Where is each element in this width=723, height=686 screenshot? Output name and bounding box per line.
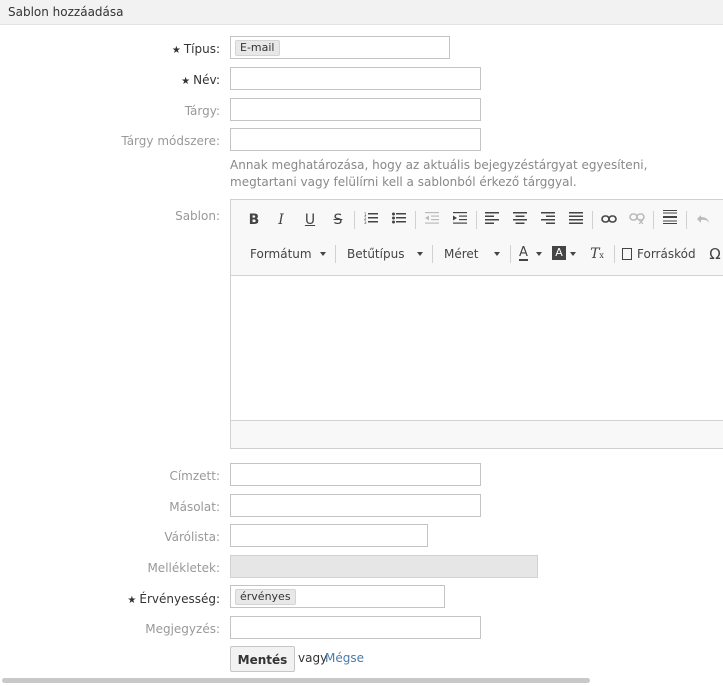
required-star-icon: ★	[171, 45, 181, 56]
underline-icon[interactable]: U	[299, 209, 321, 231]
special-char-icon[interactable]: Ω	[704, 243, 723, 265]
strikethrough-icon[interactable]: S	[327, 209, 349, 231]
validity-value-tag: érvényes	[235, 589, 296, 605]
horizontal-rule-icon[interactable]	[659, 209, 681, 231]
align-left-icon[interactable]	[481, 209, 503, 231]
chevron-down-icon	[494, 252, 500, 256]
format-dropdown-label: Formátum	[250, 247, 312, 261]
toolbar-separator	[653, 211, 654, 229]
toolbar-separator	[476, 211, 477, 229]
required-star-icon: ★	[127, 595, 137, 606]
page-header: Sablon hozzáadása	[0, 0, 723, 25]
font-dropdown[interactable]: Betűtípus	[347, 244, 427, 264]
italic-icon[interactable]: I	[270, 209, 292, 231]
font-dropdown-label: Betűtípus	[347, 247, 405, 261]
horizontal-scrollbar[interactable]	[2, 678, 590, 683]
format-dropdown[interactable]: Formátum	[250, 244, 330, 264]
toolbar-separator	[335, 245, 336, 263]
name-label: ★ Név:	[181, 73, 220, 87]
validity-select[interactable]: érvényes	[230, 585, 445, 608]
to-label: Címzett:	[169, 469, 220, 483]
remove-format-icon[interactable]: Tx	[586, 243, 608, 265]
unlink-icon[interactable]	[626, 209, 648, 231]
name-input[interactable]	[230, 67, 481, 90]
page-title: Sablon hozzáadása	[8, 5, 124, 19]
editor-status-bar	[231, 420, 723, 448]
attachments-label: Mellékletek:	[147, 561, 220, 575]
rich-text-editor: B I U S 123 Formátum Betűtípus Méret A A…	[230, 199, 723, 449]
outdent-icon[interactable]	[421, 209, 443, 231]
validity-label: ★ Érvényesség:	[127, 592, 220, 606]
text-color-icon[interactable]: A	[515, 243, 545, 265]
editor-toolbar: B I U S 123 Formátum Betűtípus Méret A A…	[231, 200, 723, 276]
size-dropdown[interactable]: Méret	[444, 244, 504, 264]
type-select[interactable]: E-mail	[230, 36, 450, 59]
background-color-icon[interactable]: A	[549, 243, 579, 265]
subject-label: Tárgy:	[184, 104, 220, 118]
source-button-label: Forráskód	[637, 247, 696, 261]
undo-icon[interactable]	[692, 209, 714, 231]
subject-method-hint: Annak meghatározása, hogy az aktuális be…	[230, 158, 648, 189]
toolbar-separator	[415, 211, 416, 229]
comment-label: Megjegyzés:	[145, 622, 220, 636]
save-button[interactable]: Mentés	[230, 646, 295, 672]
justify-icon[interactable]	[565, 209, 587, 231]
comment-input[interactable]	[230, 616, 481, 639]
subject-method-select[interactable]	[230, 128, 481, 151]
toolbar-separator	[686, 211, 687, 229]
numbered-list-icon[interactable]: 123	[360, 209, 382, 231]
template-label: Sablon:	[175, 209, 220, 223]
subject-method-label: Tárgy módszere:	[121, 134, 220, 148]
link-icon[interactable]	[598, 209, 620, 231]
cc-input[interactable]	[230, 494, 481, 517]
align-right-icon[interactable]	[537, 209, 559, 231]
editor-content-area[interactable]	[231, 276, 723, 421]
or-text: vagy	[298, 651, 328, 665]
attachments-select	[230, 555, 538, 578]
indent-icon[interactable]	[449, 209, 471, 231]
chevron-down-icon	[417, 252, 423, 256]
size-dropdown-label: Méret	[444, 247, 479, 261]
toolbar-separator	[432, 245, 433, 263]
bulleted-list-icon[interactable]	[388, 209, 410, 231]
cancel-link[interactable]: Mégse	[325, 651, 364, 665]
queue-label: Várólista:	[164, 530, 220, 544]
type-value-tag: E-mail	[235, 40, 280, 56]
to-input[interactable]	[230, 463, 481, 486]
toolbar-separator	[354, 211, 355, 229]
source-button[interactable]: Forráskód	[622, 244, 707, 264]
bold-icon[interactable]: B	[243, 209, 265, 231]
type-label: ★ Típus:	[171, 42, 220, 56]
toolbar-separator	[510, 245, 511, 263]
queue-select[interactable]	[230, 524, 428, 547]
svg-text:3: 3	[364, 220, 367, 224]
subject-input[interactable]	[230, 98, 481, 121]
toolbar-separator	[614, 245, 615, 263]
required-star-icon: ★	[181, 76, 191, 87]
chevron-down-icon	[320, 252, 326, 256]
align-center-icon[interactable]	[509, 209, 531, 231]
source-icon	[622, 248, 632, 260]
toolbar-separator	[592, 211, 593, 229]
cc-label: Másolat:	[169, 500, 220, 514]
